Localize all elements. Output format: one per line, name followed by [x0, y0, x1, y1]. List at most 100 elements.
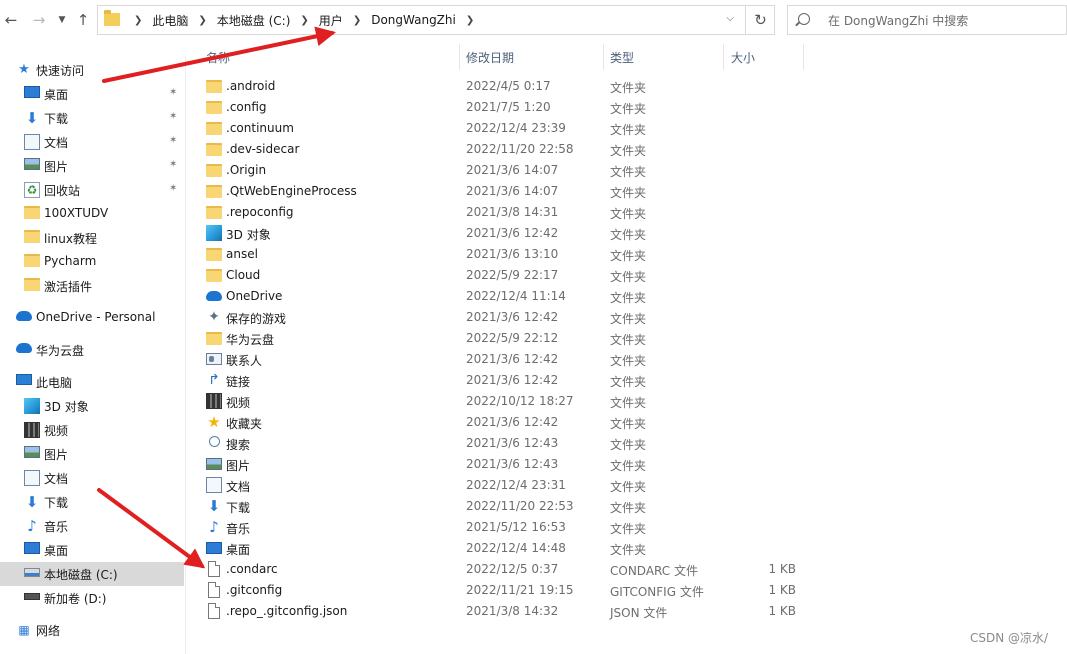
- file-row[interactable]: 联系人 2021/3/6 12:42 文件夹: [200, 349, 810, 370]
- sidebar-item-this-pc[interactable]: 此电脑: [0, 370, 184, 394]
- file-row[interactable]: .repoconfig 2021/3/8 14:31 文件夹: [200, 202, 810, 223]
- file-name: .repoconfig: [226, 205, 294, 219]
- file-row[interactable]: .QtWebEngineProcess 2021/3/6 14:07 文件夹: [200, 181, 810, 202]
- sidebar-item-pinned[interactable]: 文档 ✶: [0, 130, 184, 154]
- file-row[interactable]: .Origin 2021/3/6 14:07 文件夹: [200, 160, 810, 181]
- file-name: OneDrive: [226, 289, 283, 303]
- sidebar-item-pc[interactable]: ⬇ 下载: [0, 490, 184, 514]
- sidebar-item-pinned[interactable]: ♻ 回收站 ✶: [0, 178, 184, 202]
- address-bar[interactable]: ❯ 此电脑 ❯ 本地磁盘 (C:) ❯ 用户 ❯ DongWangZhi ❯ ⌵: [97, 5, 775, 35]
- file-row[interactable]: ↱ 链接 2021/3/6 12:42 文件夹: [200, 370, 810, 391]
- file-modified-date: 2022/4/5 0:17: [466, 79, 551, 93]
- chevron-right-icon[interactable]: ❯: [124, 15, 152, 26]
- column-header-type[interactable]: 类型: [610, 49, 634, 75]
- file-row[interactable]: .dev-sidecar 2022/11/20 22:58 文件夹: [200, 139, 810, 160]
- sidebar-item-pc[interactable]: 桌面: [0, 538, 184, 562]
- sidebar-item-pc[interactable]: ♪ 音乐: [0, 514, 184, 538]
- file-type: 文件夹: [610, 312, 647, 326]
- column-header-name[interactable]: 名称: [206, 49, 230, 75]
- file-row[interactable]: ✦ 保存的游戏 2021/3/6 12:42 文件夹: [200, 307, 810, 328]
- refresh-icon[interactable]: ↻: [745, 5, 775, 35]
- column-divider[interactable]: [723, 44, 724, 70]
- breadcrumb-users[interactable]: 用户: [319, 12, 343, 29]
- file-row[interactable]: .config 2021/7/5 1:20 文件夹: [200, 97, 810, 118]
- file-modified-date: 2021/7/5 1:20: [466, 100, 551, 114]
- chevron-right-icon[interactable]: ❯: [343, 15, 371, 26]
- folder-icon: [206, 122, 222, 135]
- sidebar-item-network[interactable]: ▦ 网络: [0, 618, 184, 642]
- file-row[interactable]: 文档 2022/12/4 23:31 文件夹: [200, 475, 810, 496]
- sidebar-item-label: 下载: [44, 112, 69, 126]
- folder-icon: [206, 101, 222, 114]
- chevron-right-icon[interactable]: ❯: [188, 15, 216, 26]
- sidebar-item-pinned[interactable]: 桌面 ✶: [0, 82, 184, 106]
- sidebar-item-pc[interactable]: 视频: [0, 418, 184, 442]
- folder-icon: [104, 10, 120, 26]
- sidebar-item-recent[interactable]: Pycharm: [0, 250, 184, 274]
- drive-d-icon: [24, 593, 40, 600]
- file-type: 文件夹: [610, 396, 647, 410]
- sidebar-item-quick-access[interactable]: ★ 快速访问: [0, 58, 184, 82]
- file-row[interactable]: Cloud 2022/5/9 22:17 文件夹: [200, 265, 810, 286]
- breadcrumb-local-disk-c[interactable]: 本地磁盘 (C:): [217, 12, 291, 29]
- file-row[interactable]: .condarc 2022/12/5 0:37 CONDARC 文件 1 KB: [200, 559, 810, 580]
- sidebar-item-pc[interactable]: 文档: [0, 466, 184, 490]
- sidebar-item-label: Pycharm: [44, 254, 97, 268]
- file-row[interactable]: ansel 2021/3/6 13:10 文件夹: [200, 244, 810, 265]
- file-row[interactable]: 华为云盘 2022/5/9 22:12 文件夹: [200, 328, 810, 349]
- sidebar-item-label: 网络: [36, 624, 61, 638]
- sidebar-item-pc[interactable]: 3D 对象: [0, 394, 184, 418]
- onedrive-icon: [206, 291, 222, 301]
- sidebar-item-recent[interactable]: 激活插件: [0, 274, 184, 298]
- column-divider[interactable]: [803, 44, 804, 70]
- file-row[interactable]: .repo_.gitconfig.json 2021/3/8 14:32 JSON …: [200, 601, 810, 622]
- sidebar-item-huawei-cloud[interactable]: 华为云盘: [0, 338, 184, 362]
- sidebar-item-recent[interactable]: 100XTUDV: [0, 202, 184, 226]
- file-type: 文件夹: [610, 375, 647, 389]
- column-divider[interactable]: [603, 44, 604, 70]
- folder-icon: [24, 254, 40, 267]
- column-header-size[interactable]: 大小: [731, 49, 755, 75]
- file-modified-date: 2021/3/6 12:43: [466, 436, 559, 450]
- documents-icon: [24, 470, 40, 486]
- videos-icon: [206, 393, 222, 409]
- recent-locations-chevron-icon[interactable]: ▼: [53, 10, 71, 30]
- file-row[interactable]: OneDrive 2022/12/4 11:14 文件夹: [200, 286, 810, 307]
- file-type: 文件夹: [610, 459, 647, 473]
- breadcrumb-dongwangzhi[interactable]: DongWangZhi: [371, 13, 456, 27]
- chevron-right-icon[interactable]: ❯: [290, 15, 318, 26]
- file-row[interactable]: .gitconfig 2022/11/21 19:15 GITCONFIG 文件 1 …: [200, 580, 810, 601]
- sidebar-item-pinned[interactable]: ⬇ 下载 ✶: [0, 106, 184, 130]
- breadcrumb-this-pc[interactable]: 此电脑: [152, 12, 188, 29]
- sidebar-item-pc[interactable]: 图片: [0, 442, 184, 466]
- sidebar-item-pc[interactable]: 本地磁盘 (C:): [0, 562, 184, 586]
- sidebar-item-recent[interactable]: linux教程: [0, 226, 184, 250]
- back-arrow-icon[interactable]: ←: [2, 10, 20, 30]
- file-modified-date: 2021/5/12 16:53: [466, 520, 566, 534]
- file-row[interactable]: 图片 2021/3/6 12:43 文件夹: [200, 454, 810, 475]
- file-row[interactable]: ⬇ 下载 2022/11/20 22:53 文件夹: [200, 496, 810, 517]
- file-row[interactable]: ♪ 音乐 2021/5/12 16:53 文件夹: [200, 517, 810, 538]
- column-divider[interactable]: [459, 44, 460, 70]
- folder-icon: [206, 164, 222, 177]
- up-arrow-icon[interactable]: ↑: [74, 10, 92, 30]
- file-name: 3D 对象: [226, 228, 271, 242]
- sidebar-item-pc[interactable]: 新加卷 (D:): [0, 586, 184, 610]
- forward-arrow-icon[interactable]: →: [30, 10, 48, 30]
- file-row[interactable]: ★ 收藏夹 2021/3/6 12:42 文件夹: [200, 412, 810, 433]
- search-input[interactable]: 在 DongWangZhi 中搜索: [787, 5, 1067, 35]
- column-header-date[interactable]: 修改日期: [466, 49, 514, 75]
- sidebar-item-pinned[interactable]: 图片 ✶: [0, 154, 184, 178]
- file-row[interactable]: 搜索 2021/3/6 12:43 文件夹: [200, 433, 810, 454]
- file-row[interactable]: .android 2022/4/5 0:17 文件夹: [200, 76, 810, 97]
- file-name: .condarc: [226, 562, 278, 576]
- address-dropdown-chevron-icon[interactable]: ⌵: [726, 13, 734, 24]
- file-row[interactable]: 视频 2022/10/12 18:27 文件夹: [200, 391, 810, 412]
- sidebar-item-onedrive[interactable]: OneDrive - Personal: [0, 306, 184, 330]
- file-row[interactable]: .continuum 2022/12/4 23:39 文件夹: [200, 118, 810, 139]
- file-modified-date: 2022/11/20 22:58: [466, 142, 574, 156]
- chevron-right-icon[interactable]: ❯: [456, 15, 484, 26]
- file-type: 文件夹: [610, 123, 647, 137]
- file-row[interactable]: 桌面 2022/12/4 14:48 文件夹: [200, 538, 810, 559]
- file-row[interactable]: 3D 对象 2021/3/6 12:42 文件夹: [200, 223, 810, 244]
